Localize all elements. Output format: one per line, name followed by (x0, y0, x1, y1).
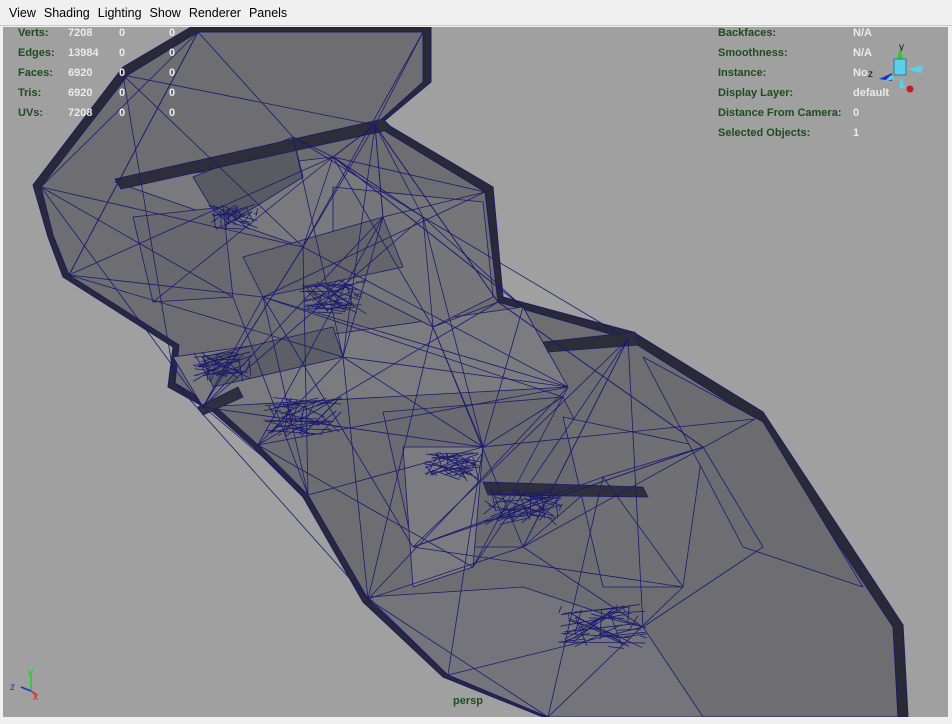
mesh-edge (355, 281, 367, 283)
hud-label: Faces: (18, 67, 53, 79)
menu-view[interactable]: View (5, 2, 40, 24)
menu-renderer[interactable]: Renderer (185, 2, 245, 24)
hud-selected-row: Selected Objects: 1 (718, 127, 859, 140)
hud-display-layer-row: Display Layer: default (718, 87, 889, 100)
view-cube-ny-cone[interactable] (899, 77, 905, 89)
hud-value: 0 (169, 27, 176, 39)
hud-value: 6920 (68, 87, 93, 99)
hud-label: Selected Objects: (718, 127, 811, 139)
view-cube-x-cone[interactable] (908, 65, 923, 73)
hud-label: UVs: (18, 107, 44, 119)
hud-value: 0 (119, 87, 126, 99)
hud-value: 0 (119, 107, 126, 119)
menu-show[interactable]: Show (146, 2, 185, 24)
hud-value: 7208 (68, 107, 93, 119)
axis-y-label: Y (27, 669, 34, 680)
hud-value: 0 (169, 47, 176, 59)
hud-value: 13984 (68, 47, 99, 59)
hud-value: 0 (169, 67, 176, 79)
hud-label: Edges: (18, 47, 55, 59)
hud-tris-row: Tris: 6920 0 0 (18, 87, 175, 100)
3d-viewport[interactable]: Verts: 7208 0 0 Edges: 13984 0 0 Faces: … (3, 27, 948, 717)
hud-instance-row: Instance: No (718, 67, 868, 80)
menu-panels[interactable]: Panels (245, 2, 291, 24)
menu-shading[interactable]: Shading (40, 2, 94, 24)
hud-value: 0 (169, 87, 176, 99)
hud-label: Smoothness: (718, 47, 788, 59)
hud-label: Backfaces: (718, 27, 777, 39)
view-cube-z-label: z (868, 69, 873, 80)
view-cube-box[interactable] (893, 58, 907, 76)
menu-lighting[interactable]: Lighting (94, 2, 146, 24)
hud-label: Instance: (718, 67, 767, 79)
hud-distance-row: Distance From Camera: 0 (718, 107, 859, 120)
hud-value: 0 (119, 67, 126, 79)
hud-value: 1 (853, 127, 860, 139)
hud-edges-row: Edges: 13984 0 0 (18, 47, 175, 60)
axis-z-label: z (10, 682, 15, 693)
viewport-frame-bottom (0, 717, 952, 724)
hud-label: Distance From Camera: (718, 107, 842, 119)
hud-verts-row: Verts: 7208 0 0 (18, 27, 175, 40)
hud-value: 0 (119, 47, 126, 59)
hud-value: 6920 (68, 67, 93, 79)
hud-label: Verts: (18, 27, 49, 39)
axis-gizmo: Y z x (10, 669, 38, 703)
hud-backfaces-row: Backfaces: N/A (718, 27, 872, 40)
camera-label: persp (453, 695, 483, 707)
hud-value: 7208 (68, 27, 93, 39)
hud-value: 0 (853, 107, 860, 119)
hud-smoothness-row: Smoothness: N/A (718, 47, 872, 60)
hud-label: Tris: (18, 87, 42, 99)
hud-label: Display Layer: (718, 87, 794, 99)
axis-x-label: x (33, 692, 38, 703)
viewport-menubar: View Shading Lighting Show Renderer Pane… (0, 0, 952, 26)
hud-faces-row: Faces: 6920 0 0 (18, 67, 175, 80)
hud-value: 0 (119, 27, 126, 39)
hud-value: 0 (169, 107, 176, 119)
view-cube-compass[interactable]: y z (865, 37, 935, 102)
view-cube-x-marker[interactable] (906, 85, 914, 93)
hud-uvs-row: UVs: 7208 0 0 (18, 107, 175, 120)
